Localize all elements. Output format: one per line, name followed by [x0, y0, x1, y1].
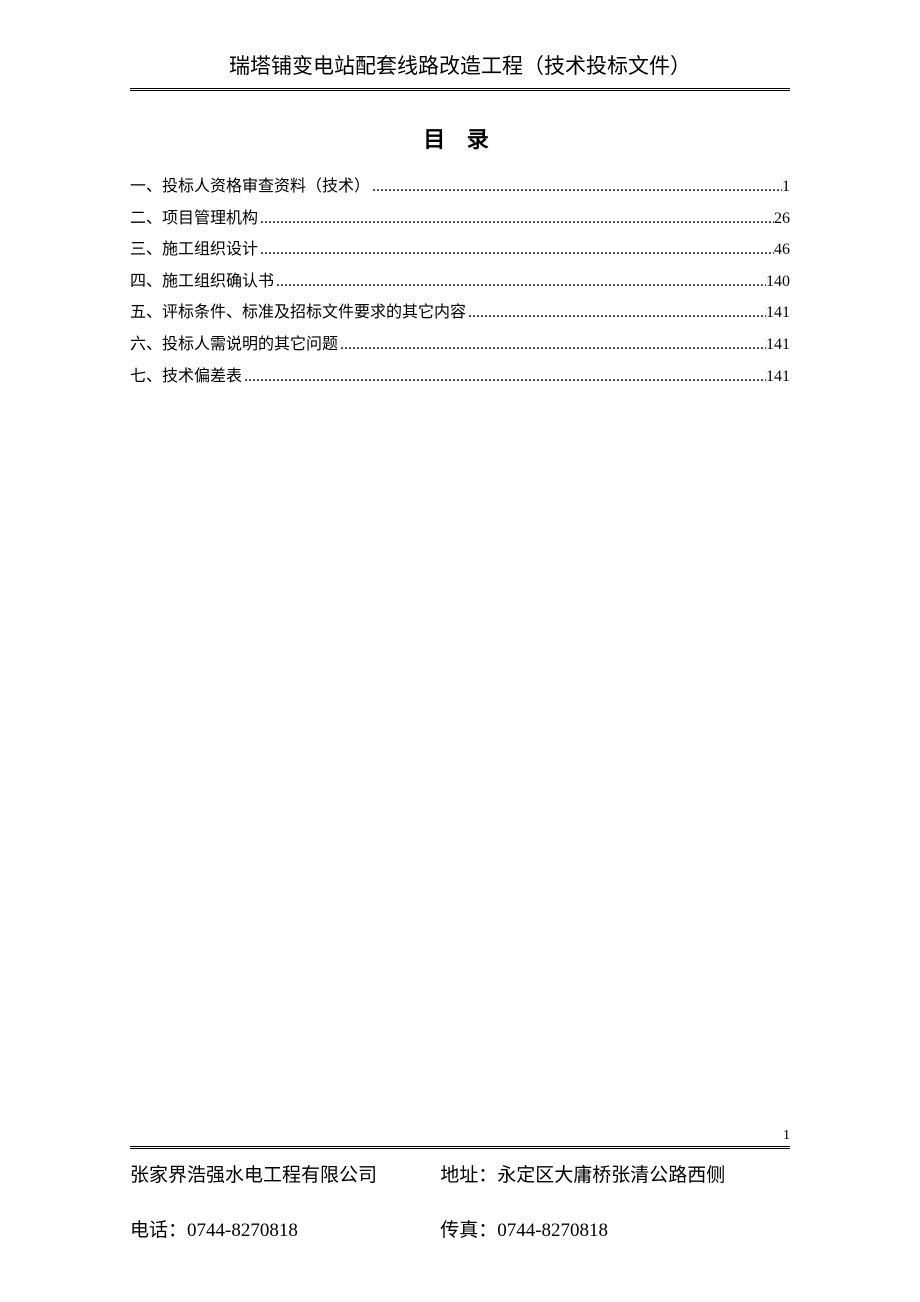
toc-entry-label: 二、项目管理机构	[130, 206, 258, 232]
toc-leader-dots	[370, 174, 782, 200]
footer-fax-label: 传真：	[440, 1220, 497, 1241]
toc-entry: 六、投标人需说明的其它问题 141	[130, 332, 790, 358]
toc-entry: 七、技术偏差表 141	[130, 364, 790, 390]
footer-company: 张家界浩强水电工程有限公司	[130, 1160, 440, 1187]
toc-entry-page: 26	[774, 206, 790, 232]
toc-entry-page: 141	[766, 364, 790, 390]
footer-fax-value: 0744-8270818	[497, 1220, 608, 1241]
toc-heading: 目 录	[130, 122, 790, 154]
toc-entry-label: 一、投标人资格审查资料（技术）	[130, 174, 370, 200]
toc-entry: 二、项目管理机构 26	[130, 206, 790, 232]
toc-entry-label: 三、施工组织设计	[130, 237, 258, 263]
toc-entry-page: 1	[782, 174, 790, 200]
footer-row: 张家界浩强水电工程有限公司 地址：永定区大庸桥张清公路西侧	[130, 1160, 790, 1187]
toc-entry-page: 141	[766, 300, 790, 326]
toc-leader-dots	[338, 332, 766, 358]
footer-address-value: 永定区大庸桥张清公路西侧	[497, 1165, 725, 1186]
toc-entry-label: 七、技术偏差表	[130, 364, 242, 390]
footer-phone-value: 0744-8270818	[187, 1220, 298, 1241]
toc-leader-dots	[466, 300, 766, 326]
page-number: 1	[783, 1128, 790, 1144]
header-divider	[130, 88, 790, 92]
footer-row: 电话：0744-8270818 传真：0744-8270818	[130, 1215, 790, 1242]
toc-entry-label: 四、施工组织确认书	[130, 269, 274, 295]
toc-entry-page: 141	[766, 332, 790, 358]
footer-fax: 传真：0744-8270818	[440, 1215, 790, 1242]
toc-entry-page: 46	[774, 237, 790, 263]
toc-leader-dots	[258, 206, 774, 232]
table-of-contents: 一、投标人资格审查资料（技术） 1 二、项目管理机构 26 三、施工组织设计 4…	[130, 174, 790, 389]
document-footer: 张家界浩强水电工程有限公司 地址：永定区大庸桥张清公路西侧 电话：0744-82…	[130, 1160, 790, 1270]
toc-leader-dots	[274, 269, 766, 295]
document-header-title: 瑞塔铺变电站配套线路改造工程（技术投标文件）	[130, 50, 790, 80]
toc-entry: 四、施工组织确认书 140	[130, 269, 790, 295]
toc-entry-label: 六、投标人需说明的其它问题	[130, 332, 338, 358]
footer-address: 地址：永定区大庸桥张清公路西侧	[440, 1160, 790, 1187]
toc-entry-page: 140	[766, 269, 790, 295]
toc-leader-dots	[258, 237, 774, 263]
footer-divider	[130, 1146, 790, 1150]
toc-entry-label: 五、评标条件、标准及招标文件要求的其它内容	[130, 300, 466, 326]
toc-entry: 五、评标条件、标准及招标文件要求的其它内容 141	[130, 300, 790, 326]
toc-leader-dots	[242, 364, 766, 390]
footer-phone-label: 电话：	[130, 1220, 187, 1241]
toc-entry: 一、投标人资格审查资料（技术） 1	[130, 174, 790, 200]
toc-entry: 三、施工组织设计 46	[130, 237, 790, 263]
footer-address-label: 地址：	[440, 1165, 497, 1186]
footer-phone: 电话：0744-8270818	[130, 1215, 440, 1242]
